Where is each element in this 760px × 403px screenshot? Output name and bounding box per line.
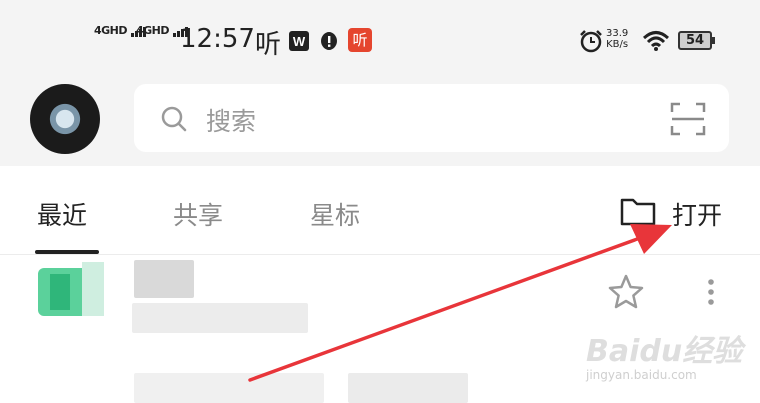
header: 搜索 xyxy=(0,82,760,166)
tab-starred[interactable]: 星标 xyxy=(310,196,360,232)
blurred-file-name xyxy=(134,373,324,403)
wps-icon: W xyxy=(289,31,309,51)
battery-icon: 54 xyxy=(678,31,715,50)
star-icon[interactable] xyxy=(606,273,646,311)
search-bar[interactable]: 搜索 xyxy=(134,84,729,152)
watermark-logo: Baidu经验 xyxy=(586,334,743,369)
search-placeholder: 搜索 xyxy=(206,107,257,136)
tab-recent[interactable]: 最近 xyxy=(37,196,87,232)
network-speed: 33.9 KB/s xyxy=(606,28,628,50)
open-button-label: 打开 xyxy=(672,201,723,230)
tab-shared[interactable]: 共享 xyxy=(173,196,223,232)
search-icon xyxy=(161,106,187,132)
blurred-file-name xyxy=(134,260,194,298)
user-avatar[interactable] xyxy=(30,84,100,154)
listen-icon: 听 xyxy=(255,30,282,60)
more-options-icon[interactable] xyxy=(706,277,716,311)
watermark-url: jingyan.baidu.com xyxy=(586,368,697,382)
folder-icon xyxy=(620,198,656,226)
baidu-watermark: Baidu经验 jingyan.baidu.com xyxy=(580,320,750,390)
alarm-icon xyxy=(580,30,602,53)
blurred-file-meta xyxy=(348,373,468,403)
speed-value: 33.9 xyxy=(606,28,629,39)
speed-unit: KB/s xyxy=(606,39,629,50)
scan-icon[interactable] xyxy=(670,102,706,136)
listen-badge-icon: 听 xyxy=(348,28,372,52)
network-label: 4GHD xyxy=(136,24,170,37)
active-tab-indicator xyxy=(35,250,99,254)
alert-icon xyxy=(321,32,337,50)
blurred-file-meta xyxy=(132,303,308,333)
clock-time: 12:57 xyxy=(180,24,255,54)
network-label: 4GHD xyxy=(94,24,128,37)
file-thumbnail-icon xyxy=(38,262,104,316)
svg-text:W: W xyxy=(293,34,306,49)
status-bar: 4GHD 4GHD 12:57 听 W 听 33.9 KB/s 54 xyxy=(0,0,760,82)
wifi-icon xyxy=(642,31,670,51)
tab-bar: 最近 共享 星标 打开 xyxy=(0,166,760,255)
